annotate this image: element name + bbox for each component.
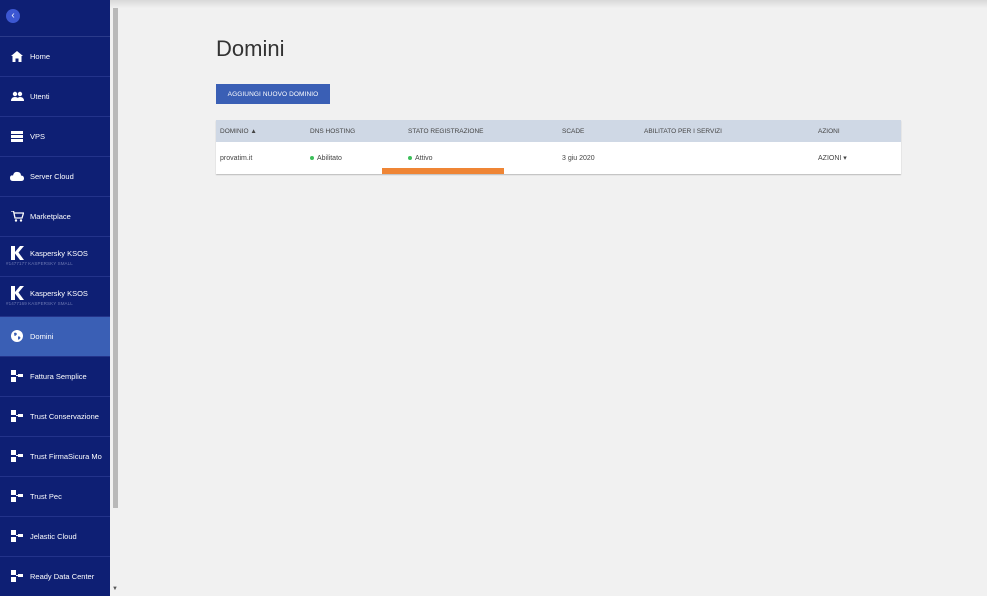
sidebar-item-sublabel: #1477177 KASPERSKY SMALL (6, 261, 73, 266)
registration-status-value: Attivo (415, 154, 433, 162)
sidebar-item-label: Trust Conservazione (30, 412, 99, 421)
hierarchy-icon (10, 569, 24, 583)
kaspersky-icon (10, 246, 24, 260)
scroll-down-arrow-icon[interactable]: ▼ (112, 586, 118, 592)
sidebar-item-label: Domini (30, 332, 54, 341)
sidebar-item-label: Trust Pec (30, 492, 62, 501)
column-header-domain[interactable]: DOMINIO ▲ (216, 120, 306, 142)
sidebar-item-label: Server Cloud (30, 172, 74, 181)
server-icon (10, 129, 24, 143)
hierarchy-icon (10, 369, 24, 383)
sidebar-item-label: Jelastic Cloud (30, 532, 77, 541)
domains-table: DOMINIO ▲ DNS HOSTING STATO REGISTRAZION… (216, 120, 901, 174)
sidebar-item-trust-firmasicura[interactable]: Trust FirmaSicura Mo (0, 437, 110, 477)
table-row: provatim.it Abilitato Attivo 3 giu 2020 … (216, 142, 901, 174)
hierarchy-icon (10, 449, 24, 463)
sidebar-item-kaspersky-2[interactable]: Kaspersky KSOS #1477169 KASPERSKY SMALL (0, 277, 110, 317)
sidebar-item-sublabel: #1477169 KASPERSKY SMALL (6, 301, 73, 306)
domain-link[interactable]: provatim.it (216, 142, 306, 174)
sidebar-item-label: Trust FirmaSicura Mo (30, 452, 102, 461)
sidebar-scrollbar[interactable] (113, 8, 118, 508)
cart-icon (10, 209, 24, 223)
column-header-enabled-services: ABILITATO PER I SERVIZI (640, 120, 814, 142)
dns-hosting-value: Abilitato (317, 154, 342, 162)
users-icon (10, 89, 24, 103)
sidebar-item-label: Marketplace (30, 212, 71, 221)
status-dot-icon (408, 155, 412, 160)
add-domain-button[interactable]: AGGIUNGI NUOVO DOMINIO (216, 84, 330, 104)
globe-icon (10, 329, 24, 343)
highlight-bar (382, 168, 504, 174)
sidebar-item-label: VPS (30, 132, 46, 141)
sidebar-item-server-cloud[interactable]: Server Cloud (0, 157, 110, 197)
column-header-expires: SCADE (558, 120, 640, 142)
sidebar-item-utenti[interactable]: Utenti (0, 77, 110, 117)
sidebar-item-domini[interactable]: Domini (0, 317, 110, 357)
sidebar-item-marketplace[interactable]: Marketplace (0, 197, 110, 237)
column-header-registration-status: STATO REGISTRAZIONE (404, 120, 558, 142)
table-header-row: DOMINIO ▲ DNS HOSTING STATO REGISTRAZION… (216, 120, 901, 142)
status-dot-icon (310, 155, 314, 160)
expires-cell: 3 giu 2020 (562, 154, 595, 162)
sidebar-item-fattura-semplice[interactable]: Fattura Semplice (0, 357, 110, 397)
sidebar-item-jelastic-cloud[interactable]: Jelastic Cloud (0, 517, 110, 557)
sidebar-item-label: Utenti (30, 92, 50, 101)
sidebar-item-label: Home (30, 52, 51, 61)
collapse-sidebar-button[interactable]: ‹ (6, 9, 20, 23)
sidebar-item-label: Kaspersky KSOS (30, 289, 88, 298)
hierarchy-icon (10, 529, 24, 543)
top-bar (110, 0, 987, 8)
sidebar-item-label: Fattura Semplice (30, 372, 87, 381)
sidebar: ‹ Home Utenti VPS Server Cloud Marketpla… (0, 0, 110, 596)
sidebar-item-vps[interactable]: VPS (0, 117, 110, 157)
hierarchy-icon (10, 489, 24, 503)
column-header-dns-hosting: DNS HOSTING (306, 120, 404, 142)
enabled-services-cell (640, 142, 814, 174)
actions-dropdown[interactable]: AZIONI ▾ (814, 142, 901, 174)
sidebar-item-ready-data-center[interactable]: Ready Data Center (0, 557, 110, 596)
hierarchy-icon (10, 409, 24, 423)
cloud-icon (10, 169, 24, 183)
column-header-actions: AZIONI (814, 120, 901, 142)
sidebar-item-label: Ready Data Center (30, 572, 95, 581)
home-icon (10, 49, 24, 63)
sidebar-item-trust-pec[interactable]: Trust Pec (0, 477, 110, 517)
kaspersky-icon (10, 286, 24, 300)
page-title: Domini (216, 36, 285, 61)
sidebar-header: ‹ (0, 0, 110, 37)
sidebar-item-trust-conservazione[interactable]: Trust Conservazione (0, 397, 110, 437)
sidebar-item-home[interactable]: Home (0, 37, 110, 77)
sidebar-item-label: Kaspersky KSOS (30, 249, 88, 258)
sidebar-item-kaspersky-1[interactable]: Kaspersky KSOS #1477177 KASPERSKY SMALL (0, 237, 110, 277)
